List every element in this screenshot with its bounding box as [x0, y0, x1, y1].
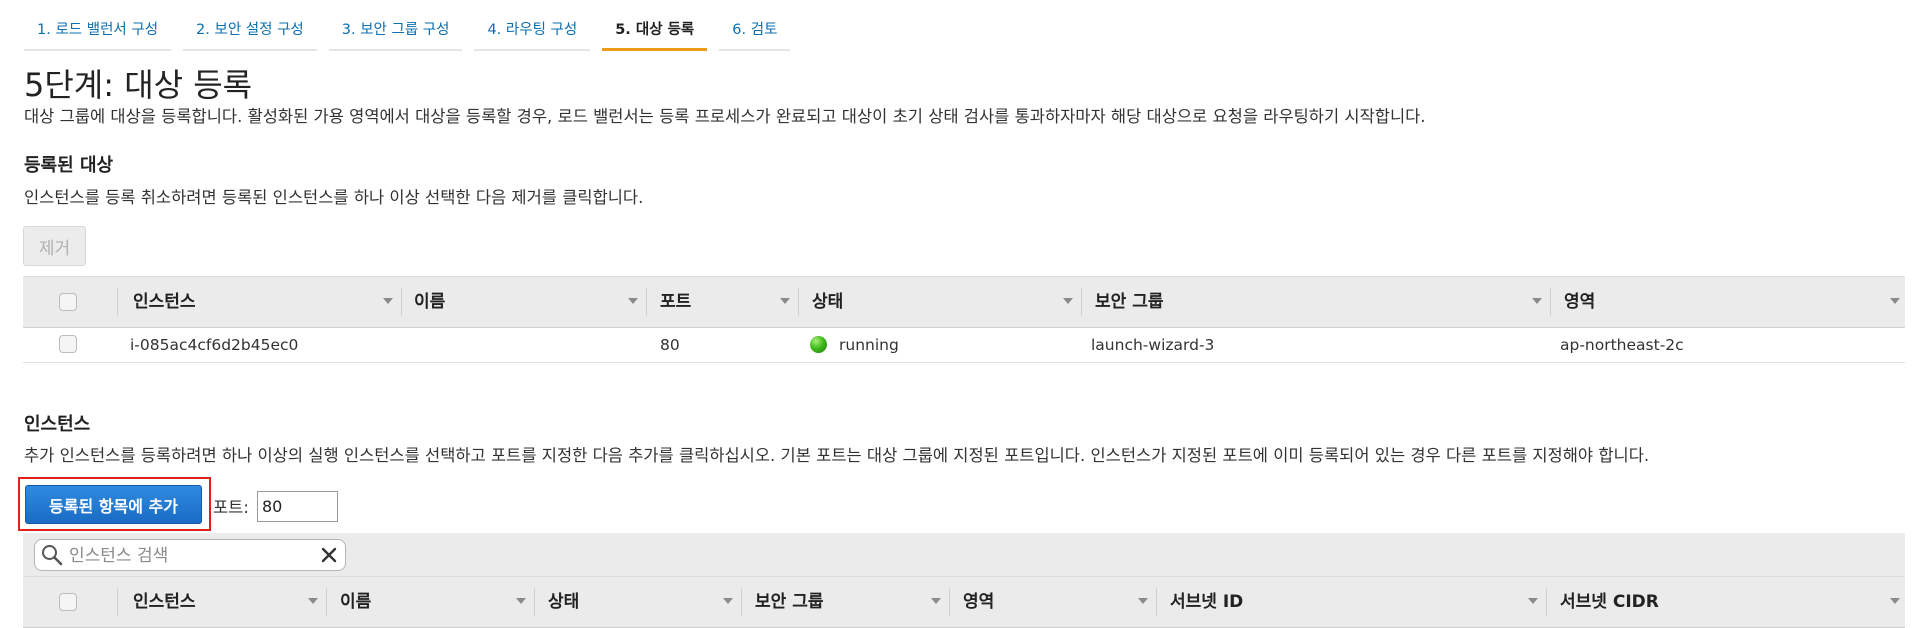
column-divider	[1156, 588, 1157, 616]
column-port[interactable]: 포트	[660, 277, 691, 327]
cell-instance-id: i-085ac4cf6d2b45ec0	[130, 336, 299, 354]
select-all-instances-checkbox[interactable]	[59, 593, 77, 611]
column-divider	[646, 288, 647, 316]
clear-search-icon[interactable]	[321, 547, 337, 563]
sort-caret-icon[interactable]	[931, 598, 941, 604]
table-row[interactable]: i-085ac4cf6d2b45ec0 80 running launch-wi…	[23, 328, 1905, 363]
column-security-group[interactable]: 보안 그룹	[1095, 277, 1163, 327]
sort-caret-icon[interactable]	[1532, 298, 1542, 304]
select-all-registered-checkbox[interactable]	[59, 293, 77, 311]
instance-search-input[interactable]	[67, 542, 311, 570]
cell-status: running	[810, 328, 899, 362]
port-input[interactable]	[257, 491, 338, 522]
column-divider	[949, 588, 950, 616]
running-status-icon	[810, 336, 827, 353]
column-divider	[1550, 288, 1551, 316]
tab-configure-security-groups[interactable]: 3. 보안 그룹 구성	[328, 0, 463, 51]
column-divider	[401, 288, 402, 316]
tab-review[interactable]: 6. 검토	[719, 0, 791, 51]
column-status[interactable]: 상태	[812, 277, 843, 327]
sort-caret-icon[interactable]	[1890, 298, 1900, 304]
column-divider	[326, 588, 327, 616]
status-text: running	[839, 336, 899, 354]
column-name[interactable]: 이름	[414, 277, 445, 327]
page-title: 5단계: 대상 등록	[24, 66, 253, 104]
instances-description: 추가 인스턴스를 등록하려면 하나 이상의 실행 인스턴스를 선택하고 포트를 …	[24, 446, 1650, 465]
search-icon	[42, 545, 63, 566]
column-divider	[534, 588, 535, 616]
sort-caret-icon[interactable]	[628, 298, 638, 304]
column-divider	[117, 288, 118, 316]
registered-targets-table: 인스턴스 이름 포트 상태 보안 그룹 영역 i-085ac4cf6d2b45e…	[23, 276, 1905, 363]
column-subnet-id[interactable]: 서브넷 ID	[1170, 577, 1243, 627]
column-divider	[741, 588, 742, 616]
port-label: 포트:	[213, 498, 249, 517]
sort-caret-icon[interactable]	[780, 298, 790, 304]
column-status[interactable]: 상태	[548, 577, 579, 627]
cell-zone: ap-northeast-2c	[1560, 336, 1684, 354]
tab-configure-security-settings[interactable]: 2. 보안 설정 구성	[183, 0, 317, 51]
sort-caret-icon[interactable]	[1528, 598, 1538, 604]
instance-search-box[interactable]	[34, 539, 346, 571]
column-divider	[1546, 588, 1547, 616]
sort-caret-icon[interactable]	[383, 298, 393, 304]
instances-table: 인스턴스 이름 상태 보안 그룹 영역 서브넷 ID 서브넷 CIDR	[23, 576, 1905, 628]
instances-title: 인스턴스	[24, 414, 91, 435]
column-zone[interactable]: 영역	[1564, 277, 1595, 327]
column-subnet-cidr[interactable]: 서브넷 CIDR	[1560, 577, 1659, 627]
column-divider	[798, 288, 799, 316]
column-instance[interactable]: 인스턴스	[133, 277, 196, 327]
cell-security-group: launch-wizard-3	[1091, 336, 1215, 354]
sort-caret-icon[interactable]	[1063, 298, 1073, 304]
instances-table-header: 인스턴스 이름 상태 보안 그룹 영역 서브넷 ID 서브넷 CIDR	[23, 576, 1905, 628]
column-security-group[interactable]: 보안 그룹	[755, 577, 823, 627]
remove-button[interactable]: 제거	[23, 226, 86, 266]
registered-targets-description: 인스턴스를 등록 취소하려면 등록된 인스턴스를 하나 이상 선택한 다음 제거…	[24, 188, 644, 207]
sort-caret-icon[interactable]	[516, 598, 526, 604]
add-to-registered-button[interactable]: 등록된 항목에 추가	[25, 485, 202, 524]
column-zone[interactable]: 영역	[963, 577, 994, 627]
column-divider	[1081, 288, 1082, 316]
registered-table-header: 인스턴스 이름 포트 상태 보안 그룹 영역	[23, 276, 1905, 328]
column-divider	[117, 588, 118, 616]
sort-caret-icon[interactable]	[1138, 598, 1148, 604]
wizard-tabs: 1. 로드 밸런서 구성 2. 보안 설정 구성 3. 보안 그룹 구성 4. …	[24, 0, 802, 51]
sort-caret-icon[interactable]	[723, 598, 733, 604]
column-name[interactable]: 이름	[340, 577, 371, 627]
column-instance[interactable]: 인스턴스	[133, 577, 196, 627]
page-description: 대상 그룹에 대상을 등록합니다. 활성화된 가용 영역에서 대상을 등록할 경…	[24, 107, 1426, 126]
registered-targets-title: 등록된 대상	[24, 155, 114, 176]
sort-caret-icon[interactable]	[1890, 598, 1900, 604]
tab-configure-routing[interactable]: 4. 라우팅 구성	[474, 0, 591, 51]
cell-port: 80	[660, 336, 680, 354]
sort-caret-icon[interactable]	[308, 598, 318, 604]
tab-configure-load-balancer[interactable]: 1. 로드 밸런서 구성	[24, 0, 172, 51]
row-checkbox[interactable]	[59, 335, 77, 353]
tab-register-targets[interactable]: 5. 대상 등록	[602, 0, 708, 51]
